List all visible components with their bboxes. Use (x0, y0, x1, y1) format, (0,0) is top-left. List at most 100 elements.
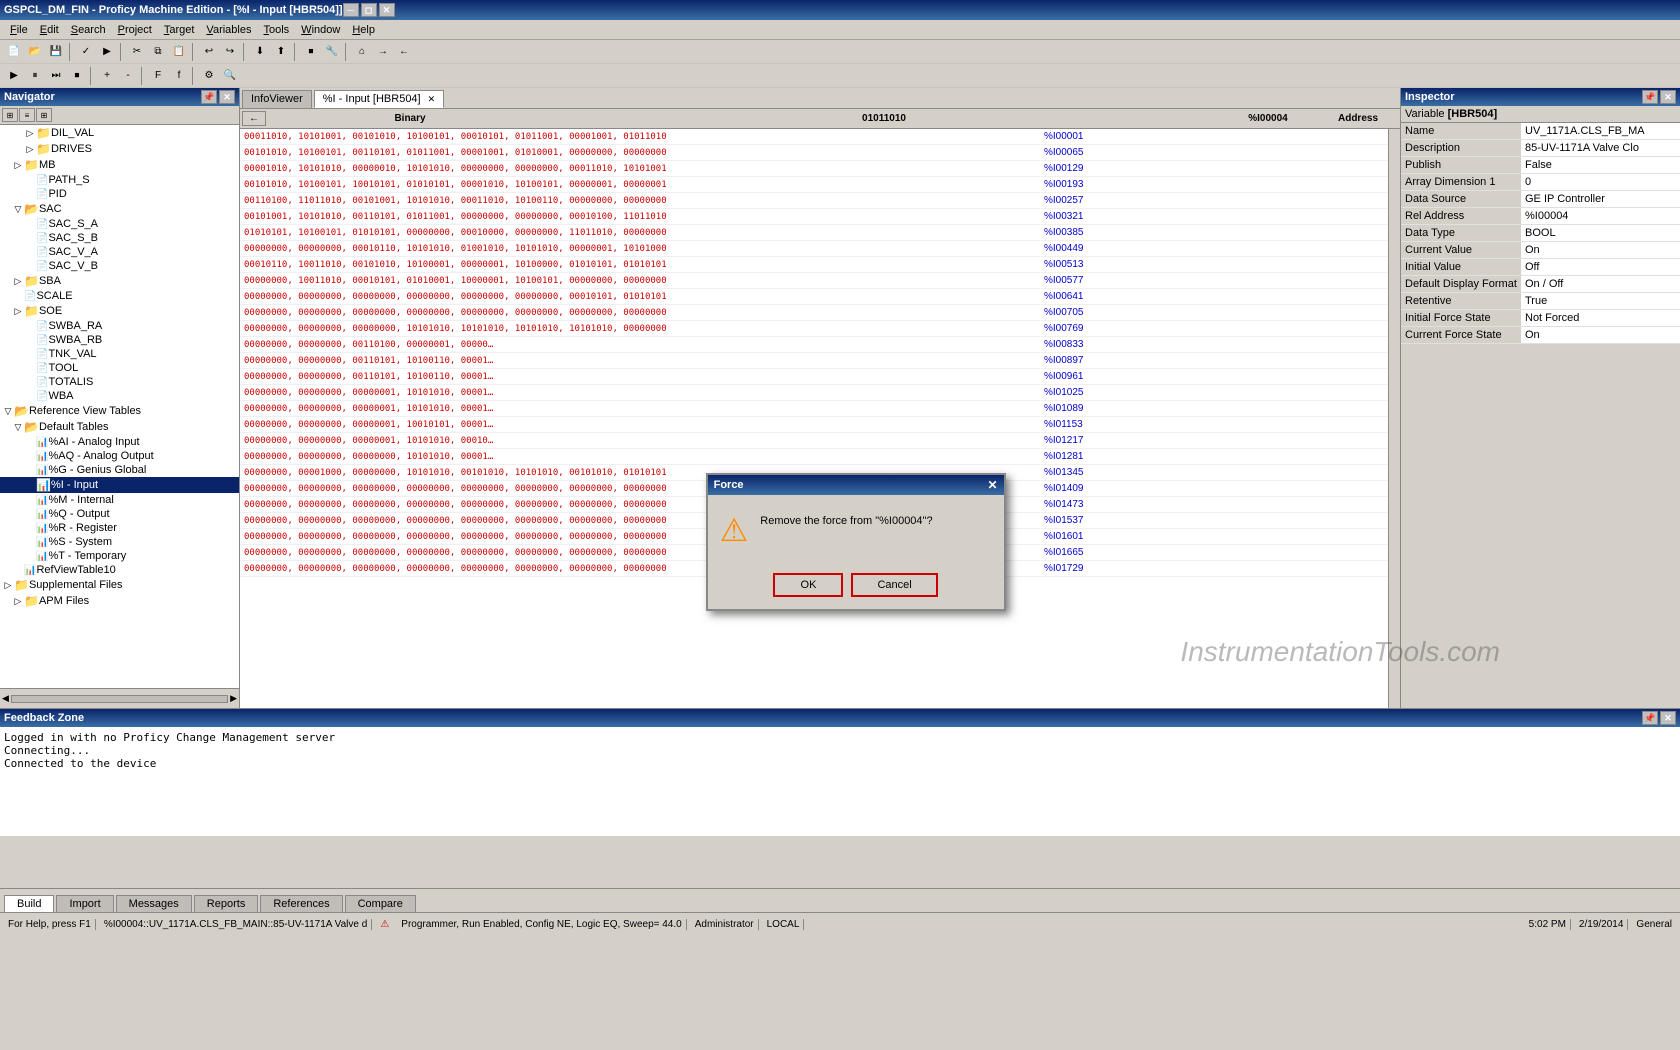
binary-row[interactable]: 00101001, 10101010, 00110101, 01011001, … (240, 209, 1388, 225)
binary-row[interactable]: 00101010, 10100101, 10010101, 01010101, … (240, 177, 1388, 193)
back-nav-btn[interactable]: ← (394, 43, 414, 61)
binary-row[interactable]: 00000000, 00000000, 00000001, 10010101, … (240, 417, 1388, 433)
tree-item-sac-s-b[interactable]: 📄 SAC_S_B (0, 231, 239, 245)
download-btn[interactable]: ⬇ (250, 43, 270, 61)
nav-left-btn[interactable]: ← (242, 111, 266, 126)
stop2-btn[interactable]: ⏹ (67, 67, 87, 85)
binary-row[interactable]: 00000000, 00000000, 00110101, 10100110, … (240, 369, 1388, 385)
navigator-scroll-bar[interactable]: ◀ ▶ (0, 688, 239, 708)
feedback-close-btn[interactable]: ✕ (1660, 711, 1676, 725)
remove-btn[interactable]: - (118, 67, 138, 85)
tab-input[interactable]: %I - Input [HBR504] ✕ (314, 90, 444, 108)
tool4-btn[interactable]: 🔍 (220, 67, 240, 85)
run-btn[interactable]: ▶ (97, 43, 117, 61)
binary-row[interactable]: 00000000, 00000000, 00110100, 00000001, … (240, 337, 1388, 353)
bottom-tab-references[interactable]: References (260, 895, 342, 912)
bottom-tab-import[interactable]: Import (56, 895, 113, 912)
binary-row[interactable]: 00000000, 00000000, 00000000, 10101010, … (240, 321, 1388, 337)
binary-row[interactable]: 00000000, 00000000, 00000000, 10101010, … (240, 449, 1388, 465)
home-btn[interactable]: ⌂ (352, 43, 372, 61)
binary-row[interactable]: 00000000, 00000000, 00110101, 10100110, … (240, 353, 1388, 369)
copy-btn[interactable]: ⧉ (148, 43, 168, 61)
tree-item-sac-s-a[interactable]: 📄 SAC_S_A (0, 217, 239, 231)
menu-search[interactable]: Search (65, 22, 112, 38)
binary-row[interactable]: 00000000, 00000000, 00000000, 00000000, … (240, 305, 1388, 321)
tree-item-swba-ra[interactable]: 📄 SWBA_RA (0, 319, 239, 333)
tree-item-ref-view[interactable]: ▽ 📂 Reference View Tables (0, 403, 239, 419)
binary-scrollbar[interactable] (1388, 129, 1400, 708)
navigator-close-btn[interactable]: ✕ (219, 90, 235, 104)
nav-list-btn[interactable]: ≡ (19, 108, 35, 122)
binary-row[interactable]: 00010110, 10011010, 00101010, 10100001, … (240, 257, 1388, 273)
tree-item-aq[interactable]: 📊 %AQ - Analog Output (0, 449, 239, 463)
tree-item-mb[interactable]: ▷ 📁 MB (0, 157, 239, 173)
navigator-pin-btn[interactable]: 📌 (201, 90, 217, 104)
tree-item-q[interactable]: 📊 %Q - Output (0, 507, 239, 521)
binary-row[interactable]: 00000000, 00000000, 00000001, 10101010, … (240, 385, 1388, 401)
dialog-cancel-button[interactable]: Cancel (851, 573, 937, 597)
tree-item-i-input[interactable]: 📊 %I - Input (0, 477, 239, 493)
menu-target[interactable]: Target (158, 22, 201, 38)
menu-project[interactable]: Project (112, 22, 158, 38)
bottom-tab-reports[interactable]: Reports (194, 895, 259, 912)
menu-edit[interactable]: Edit (34, 22, 65, 38)
check-btn[interactable]: ✓ (76, 43, 96, 61)
tree-item-default-tables[interactable]: ▽ 📂 Default Tables (0, 419, 239, 435)
tool3-btn[interactable]: ⚙ (199, 67, 219, 85)
tree-item-supplemental[interactable]: ▷ 📁 Supplemental Files (0, 577, 239, 593)
nav-expand-btn[interactable]: ⊞ (2, 108, 18, 122)
tree-item-ai[interactable]: 📊 %AI - Analog Input (0, 435, 239, 449)
restore-button[interactable]: ◻ (361, 3, 377, 17)
force-btn[interactable]: F (148, 67, 168, 85)
tree-item-sac[interactable]: ▽ 📂 SAC (0, 201, 239, 217)
binary-row[interactable]: 00001010, 10101010, 00000010, 10101010, … (240, 161, 1388, 177)
minimize-button[interactable]: ─ (343, 3, 359, 17)
new-btn[interactable]: 📄 (4, 43, 24, 61)
menu-help[interactable]: Help (346, 22, 381, 38)
pause-btn[interactable]: ⏸ (25, 67, 45, 85)
binary-row[interactable]: 00000000, 00000000, 00010110, 10101010, … (240, 241, 1388, 257)
bottom-tab-compare[interactable]: Compare (345, 895, 416, 912)
feedback-pin-btn[interactable]: 📌 (1642, 711, 1658, 725)
binary-row[interactable]: 00000000, 00000000, 00000001, 10101010, … (240, 401, 1388, 417)
force2-btn[interactable]: f (169, 67, 189, 85)
binary-row[interactable]: 00101010, 10100101, 00110101, 01011001, … (240, 145, 1388, 161)
upload-btn[interactable]: ⬆ (271, 43, 291, 61)
tree-item-wba[interactable]: 📄 WBA (0, 389, 239, 403)
dialog-close-btn[interactable]: ✕ (988, 478, 998, 492)
close-button[interactable]: ✕ (379, 3, 395, 17)
tree-item-dil-val[interactable]: ▷ 📁 DIL_VAL (0, 125, 239, 141)
binary-row[interactable]: 00000000, 10011010, 00010101, 01010001, … (240, 273, 1388, 289)
tree-item-t[interactable]: 📊 %T - Temporary (0, 549, 239, 563)
save-btn[interactable]: 💾 (46, 43, 66, 61)
step-btn[interactable]: ⏭ (46, 67, 66, 85)
nav-scroll-left[interactable]: ◀ (2, 693, 9, 704)
bottom-tab-messages[interactable]: Messages (116, 895, 192, 912)
tree-item-soe[interactable]: ▷ 📁 SOE (0, 303, 239, 319)
menu-window[interactable]: Window (295, 22, 346, 38)
tree-item-pid[interactable]: 📄 PID (0, 187, 239, 201)
binary-row[interactable]: 00000000, 00000000, 00000000, 00000000, … (240, 289, 1388, 305)
dialog-ok-button[interactable]: OK (773, 573, 843, 597)
nav-scroll-right[interactable]: ▶ (230, 693, 237, 704)
tree-item-scale[interactable]: 📄 SCALE (0, 289, 239, 303)
title-bar-buttons[interactable]: ─ ◻ ✕ (343, 3, 395, 17)
tree-item-s[interactable]: 📊 %S - System (0, 535, 239, 549)
add-btn[interactable]: + (97, 67, 117, 85)
tree-item-sac-v-a[interactable]: 📄 SAC_V_A (0, 245, 239, 259)
binary-row[interactable]: 00000000, 00000000, 00000001, 10101010, … (240, 433, 1388, 449)
binary-row[interactable]: 01010101, 10100101, 01010101, 00000000, … (240, 225, 1388, 241)
tab-close-btn[interactable]: ✕ (428, 94, 436, 104)
nav-scrollbar-track[interactable] (11, 695, 228, 703)
undo-btn[interactable]: ↩ (199, 43, 219, 61)
menu-file[interactable]: File (4, 22, 34, 38)
start-monitor-btn[interactable]: ▶ (4, 67, 24, 85)
tree-item-sac-v-b[interactable]: 📄 SAC_V_B (0, 259, 239, 273)
tree-item-g[interactable]: 📊 %G - Genius Global (0, 463, 239, 477)
binary-row[interactable]: 00011010, 10101001, 00101010, 10100101, … (240, 129, 1388, 145)
tree-item-m[interactable]: 📊 %M - Internal (0, 493, 239, 507)
stop-btn[interactable]: ⏹ (301, 43, 321, 61)
paste-btn[interactable]: 📋 (169, 43, 189, 61)
redo-btn[interactable]: ↪ (220, 43, 240, 61)
debug-btn[interactable]: 🔧 (322, 43, 342, 61)
